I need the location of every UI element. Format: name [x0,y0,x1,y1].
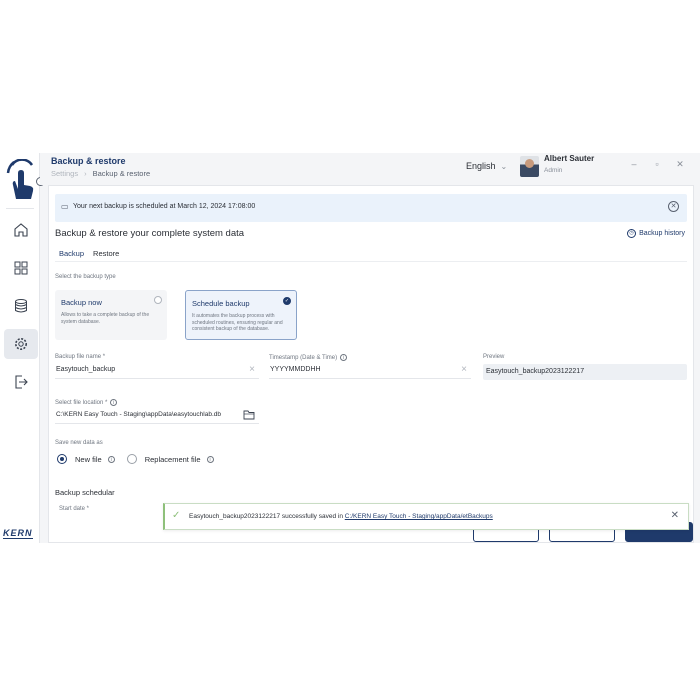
success-toast: ✓ Easytouch_backup2023122217 successfull… [163,503,689,530]
sidebar-item-settings[interactable] [4,329,38,359]
check-icon: ✓ [172,510,181,521]
backup-type-title: Schedule backup [192,299,250,308]
app-window: › KERN Backup & restore Settings › Backu… [0,153,700,543]
info-icon[interactable]: i [206,455,214,463]
main-content: ▭ Your next backup is scheduled at March… [48,185,694,543]
backup-type-now[interactable]: Backup now Allows to take a complete bac… [55,290,167,340]
sidebar-item-database[interactable] [4,291,38,321]
sidebar: › KERN [0,153,45,543]
sidebar-item-logout[interactable] [4,367,38,397]
settings-icon [15,338,27,350]
backup-type-desc: Allows to take a complete backup of the … [61,312,150,325]
file-name-input[interactable]: Easytouch_backup × [55,361,259,379]
preview-value: Easytouch_backup2023122217 [486,368,585,375]
timestamp-input[interactable]: YYYYMMDDHH × [269,361,471,379]
backup-type-title: Backup now [61,298,102,307]
maximize-icon[interactable]: ▫ [651,159,663,169]
section-title: Backup & restore your complete system da… [55,228,245,239]
dashboard-icon [14,261,28,275]
page-title: Backup & restore [51,156,126,166]
file-name-label: Backup file name * [55,354,106,360]
breadcrumb-separator-icon: › [84,169,87,178]
avatar[interactable] [520,156,539,177]
sidebar-divider [6,208,34,209]
radio-replacement-file[interactable] [126,454,137,464]
radio-checked-icon: ✓ [283,297,291,305]
info-icon[interactable]: i [339,354,347,361]
info-icon[interactable]: i [110,399,118,406]
chevron-down-icon: ⌄ [500,161,508,171]
schedule-notice: ▭ Your next backup is scheduled at March… [55,194,687,222]
toast-message: Easytouch_backup2023122217 successfully … [189,513,493,520]
toast-path-link[interactable]: C:/KERN Easy Touch - Staging/appData/etB… [345,513,493,520]
clear-icon[interactable]: × [249,364,255,375]
clock-icon: ◷ [627,229,637,238]
save-as-options: New file i Replacement file i [57,454,214,464]
radio-unchecked-icon [154,296,162,304]
breadcrumb-item-settings[interactable]: Settings [51,169,78,178]
close-icon[interactable]: ✕ [668,201,679,212]
new-file-label: New file [75,454,102,464]
backup-history-link[interactable]: ◷ Backup history [627,229,685,238]
user-name: Albert Sauter [544,154,595,163]
minimize-icon[interactable]: – [628,159,640,169]
file-location-input[interactable]: C:\KERN Easy Touch - Staging\appData\eas… [55,406,259,424]
touch-logo-icon [6,159,34,199]
language-select[interactable]: English ⌄ [466,161,507,171]
scheduler-title: Backup schedular [55,488,115,497]
backup-history-label: Backup history [639,230,685,237]
toast-text: Easytouch_backup2023122217 successfully … [189,513,345,520]
user-role: Admin [544,167,563,174]
info-icon[interactable]: i [107,455,115,463]
header: Backup & restore Settings › Backup & res… [40,153,700,185]
language-label: English [466,161,496,171]
save-as-label: Save new data as [55,440,103,446]
notice-text: Your next backup is scheduled at March 1… [73,203,256,210]
home-icon [14,223,28,237]
location-value: C:\KERN Easy Touch - Staging\appData\eas… [56,411,222,418]
backup-type-label: Select the backup type [55,274,116,280]
breadcrumb: Settings › Backup & restore [51,169,150,178]
folder-icon[interactable] [243,409,255,420]
database-icon [15,299,27,313]
file-name-value: Easytouch_backup [56,366,116,373]
sidebar-item-home[interactable] [4,215,38,245]
start-date-label: Start date * [59,506,90,512]
tab-divider [55,261,687,262]
message-icon: ▭ [61,202,69,211]
breadcrumb-item-current: Backup & restore [92,169,151,178]
preview-field: Easytouch_backup2023122217 [483,364,687,380]
close-icon[interactable]: ✕ [671,510,679,521]
brand-logo: KERN [3,528,33,539]
timestamp-value: YYYYMMDDHH [270,366,321,373]
sidebar-item-dashboard[interactable] [4,253,38,283]
logout-icon [15,375,28,389]
replacement-file-label: Replacement file [144,454,201,464]
preview-label: Preview [483,354,505,360]
radio-new-file[interactable] [57,454,67,464]
close-window-icon[interactable]: ✕ [674,159,686,170]
clear-icon[interactable]: × [461,364,467,375]
backup-type-schedule[interactable]: Schedule backup It automates the backup … [185,290,297,340]
backup-type-desc: It automates the backup process with sch… [192,313,283,332]
